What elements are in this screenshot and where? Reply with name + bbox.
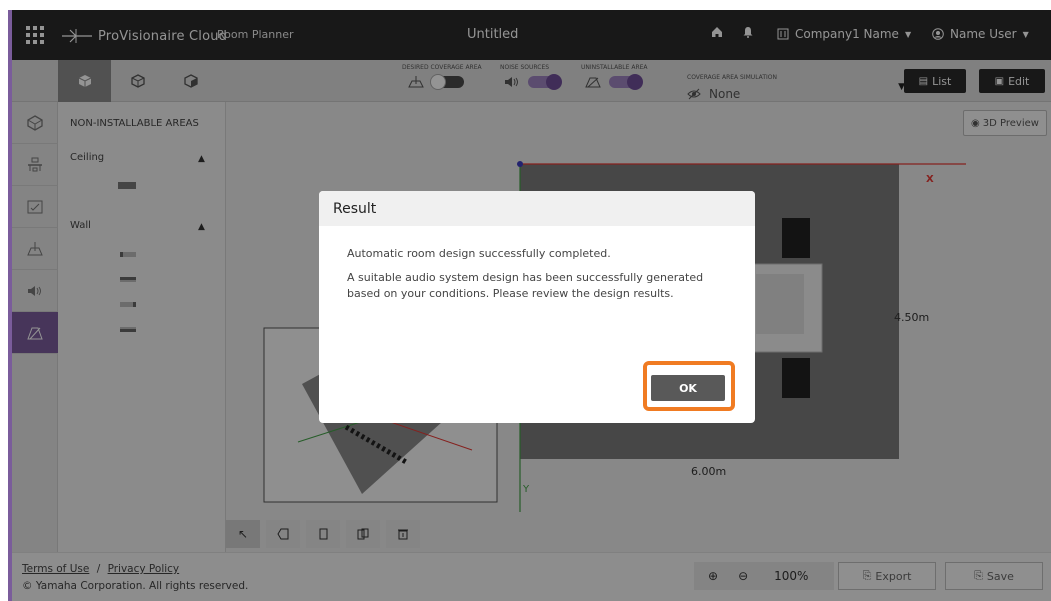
dialog-message-1: Automatic room design successfully compl… xyxy=(347,247,611,260)
dialog-title: Result xyxy=(319,191,755,226)
result-dialog: Result Automatic room design successfull… xyxy=(319,191,755,423)
ok-button[interactable]: OK xyxy=(651,375,725,401)
dialog-body: Automatic room design successfully compl… xyxy=(319,226,755,302)
app-window: ProVisionaire Cloud Room Planner Untitle… xyxy=(8,10,1051,601)
dialog-message-2: A suitable audio system design has been … xyxy=(347,271,704,300)
